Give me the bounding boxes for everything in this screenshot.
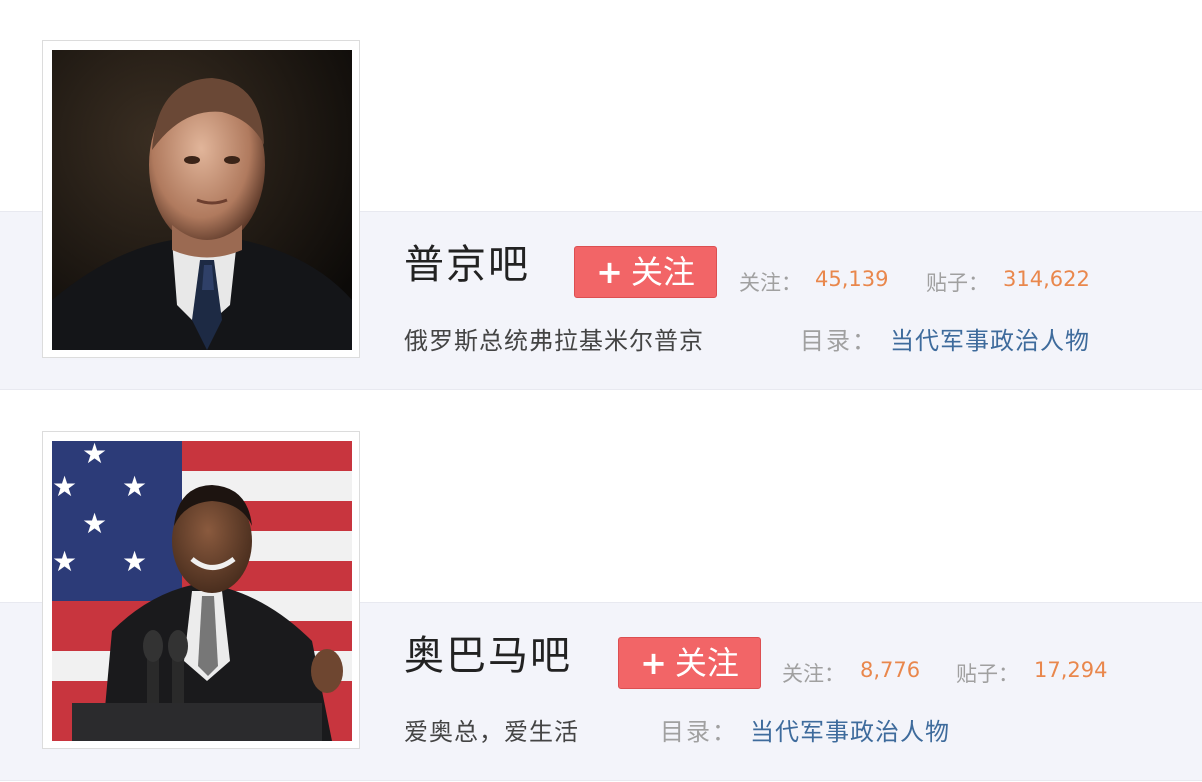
- followers-label: 关注：: [739, 271, 802, 295]
- followers-label: 关注：: [782, 662, 845, 686]
- forum-card: 普京吧 + 关注 关注： 45,139 贴子： 314,622 俄罗斯总统弗拉基米…: [0, 0, 1202, 390]
- svg-text:★: ★: [122, 545, 147, 578]
- forum-list: 普京吧 + 关注 关注： 45,139 贴子： 314,622 俄罗斯总统弗拉基米…: [0, 0, 1202, 782]
- followers-count: 8,776: [860, 658, 921, 682]
- forum-title[interactable]: 普京吧: [404, 241, 530, 289]
- forum-avatar[interactable]: ★ ★ ★ ★ ★ ★: [42, 431, 360, 749]
- posts-count: 314,622: [1003, 267, 1090, 291]
- follow-button[interactable]: + 关注: [618, 637, 761, 689]
- forum-title[interactable]: 奥巴马吧: [404, 632, 572, 680]
- category-link[interactable]: 当代军事政治人物: [750, 712, 950, 747]
- forum-card: ★ ★ ★ ★ ★ ★ 奥巴马吧 + 关注 关注： 8,776 贴子： 17,2…: [0, 391, 1202, 781]
- forum-description: 俄罗斯总统弗拉基米尔普京: [404, 327, 704, 355]
- forum-avatar[interactable]: [42, 40, 360, 358]
- plus-icon: +: [640, 644, 667, 682]
- svg-text:★: ★: [122, 470, 147, 503]
- follow-button[interactable]: + 关注: [574, 246, 717, 298]
- posts-label: 贴子：: [956, 662, 1019, 686]
- followers-count: 45,139: [815, 267, 889, 291]
- follow-button-label: 关注: [630, 253, 695, 291]
- svg-text:★: ★: [52, 470, 77, 503]
- posts-label: 贴子：: [926, 271, 989, 295]
- category-link[interactable]: 当代军事政治人物: [890, 321, 1090, 356]
- follow-button-label: 关注: [674, 644, 739, 682]
- category-label: 目录：: [800, 327, 878, 355]
- svg-text:★: ★: [52, 545, 77, 578]
- forum-avatar-image: ★ ★ ★ ★ ★ ★: [52, 441, 352, 741]
- forum-avatar-image: [52, 50, 352, 350]
- category-label: 目录：: [660, 718, 738, 746]
- posts-count: 17,294: [1034, 658, 1108, 682]
- forum-description: 爱奥总，爱生活: [404, 718, 579, 746]
- svg-text:★: ★: [82, 441, 107, 470]
- svg-text:★: ★: [82, 507, 107, 540]
- plus-icon: +: [596, 253, 623, 291]
